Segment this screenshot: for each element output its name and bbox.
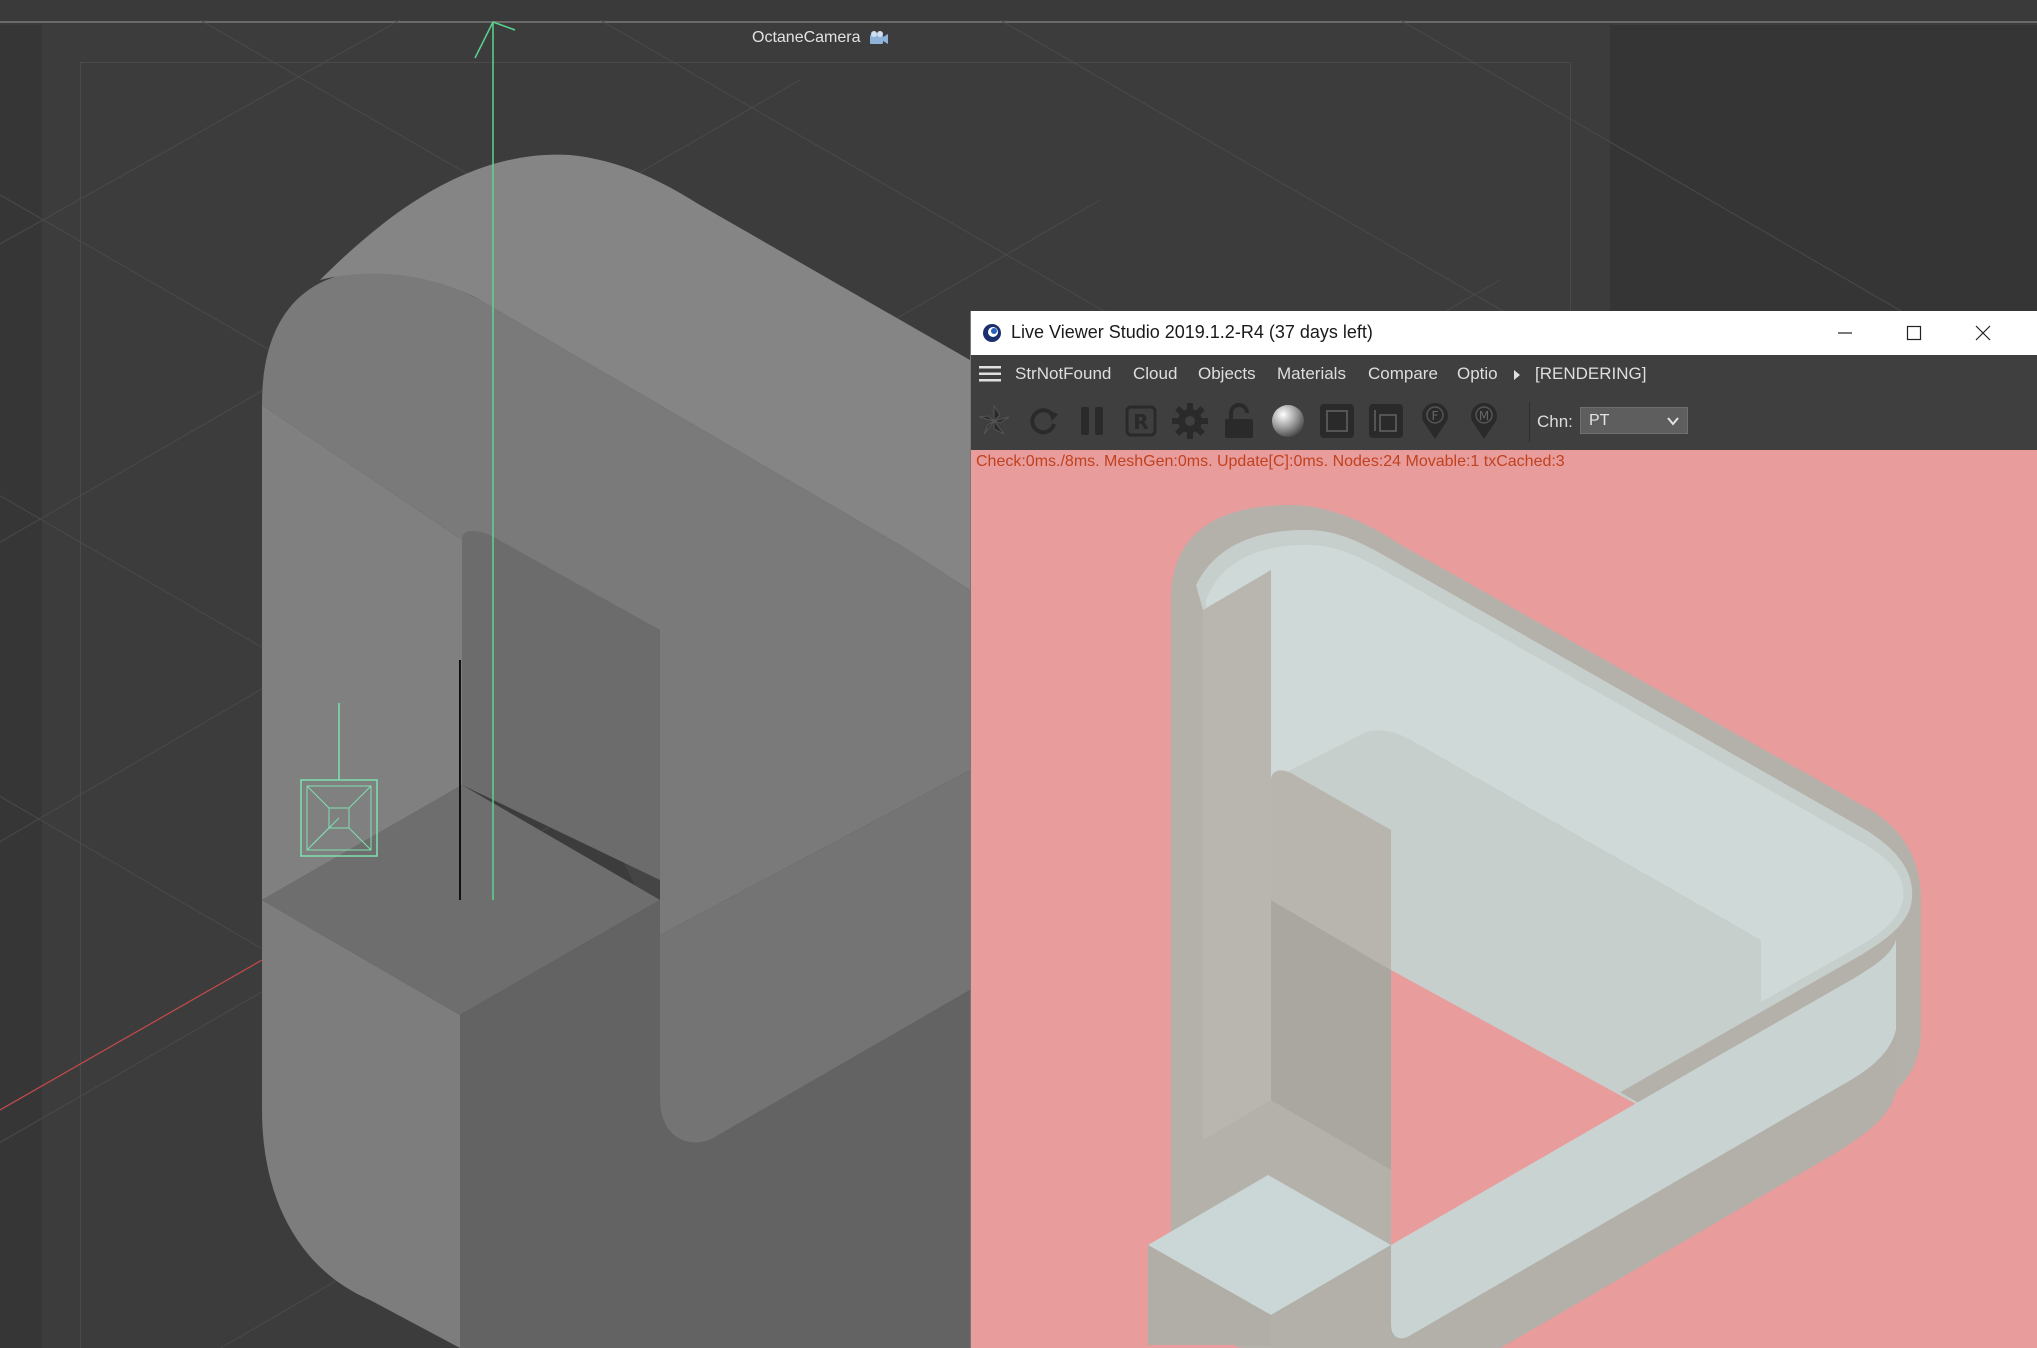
minimize-icon xyxy=(1838,332,1852,334)
y-axis-arrow-tip xyxy=(492,21,516,31)
restart-render-button[interactable] xyxy=(974,400,1014,442)
settings-gear-icon xyxy=(1172,403,1208,439)
hamburger-menu-icon[interactable] xyxy=(979,364,1003,384)
close-button[interactable] xyxy=(1949,311,2017,355)
maximize-icon xyxy=(1906,325,1922,341)
octane-logo-icon xyxy=(983,324,1001,342)
menu-overflow-arrow-icon[interactable] xyxy=(1512,369,1522,381)
menu-strnotfound[interactable]: StrNotFound xyxy=(1015,364,1111,384)
live-viewer-menubar: StrNotFound Cloud Objects Materials Comp… xyxy=(971,355,2037,392)
channel-select[interactable]: PT xyxy=(1580,407,1688,434)
rendered-scene xyxy=(1148,505,1921,1348)
render-region-icon: R xyxy=(1125,405,1157,437)
focus-pick-icon: F xyxy=(1422,403,1448,439)
menu-materials[interactable]: Materials xyxy=(1277,364,1346,384)
minimize-button[interactable] xyxy=(1811,311,1879,355)
material-pick-icon: M xyxy=(1471,403,1497,439)
aperture-icon xyxy=(978,404,1010,435)
channel-label: Chn: xyxy=(1537,412,1573,431)
y-axis-arrow xyxy=(474,21,494,59)
chevron-down-icon xyxy=(1667,417,1679,426)
menu-objects[interactable]: Objects xyxy=(1198,364,1256,384)
title-safe-top xyxy=(80,62,1570,63)
material-pick-button[interactable]: M xyxy=(1464,400,1504,442)
render-region-button[interactable]: R xyxy=(1121,400,1161,442)
sub-sampling-icon xyxy=(1369,404,1403,438)
pause-icon xyxy=(1081,407,1103,435)
material-preview-button[interactable] xyxy=(1268,400,1308,442)
camera-label-text: OctaneCamera xyxy=(752,29,861,46)
clay-mode-icon xyxy=(1320,404,1354,438)
live-viewer-toolbar: R F M Chn: PT xyxy=(971,392,2037,450)
title-safe-left xyxy=(80,62,81,1348)
menu-cloud[interactable]: Cloud xyxy=(1133,364,1177,384)
camera-icon xyxy=(869,31,888,44)
material-ball-icon xyxy=(1272,405,1304,437)
live-viewer-window[interactable]: Live Viewer Studio 2019.1.2-R4 (37 days … xyxy=(970,311,2037,1348)
focus-pick-button[interactable]: F xyxy=(1415,400,1455,442)
menu-compare[interactable]: Compare xyxy=(1368,364,1438,384)
close-icon xyxy=(1975,325,1991,341)
live-viewer-titlebar[interactable]: Live Viewer Studio 2019.1.2-R4 (37 days … xyxy=(971,311,2037,355)
menu-options[interactable]: Optio xyxy=(1457,364,1498,384)
clay-mode-button[interactable] xyxy=(1317,400,1357,442)
svg-text:M: M xyxy=(1479,409,1489,423)
maximize-button[interactable] xyxy=(1880,311,1948,355)
sub-sampling-button[interactable] xyxy=(1366,400,1406,442)
toolbar-separator xyxy=(1529,402,1530,442)
refresh-icon xyxy=(1030,408,1058,435)
title-safe-right xyxy=(1570,62,1571,312)
channel-select-value: PT xyxy=(1589,411,1610,429)
render-stats-text: Check:0ms./8ms. MeshGen:0ms. Update[C]:0… xyxy=(976,453,1565,470)
refresh-button[interactable] xyxy=(1023,400,1063,442)
settings-button[interactable] xyxy=(1170,400,1210,442)
pause-button[interactable] xyxy=(1072,400,1112,442)
lock-icon xyxy=(1225,403,1253,438)
render-view[interactable]: Check:0ms./8ms. MeshGen:0ms. Update[C]:0… xyxy=(971,450,2037,1348)
active-camera-label[interactable]: OctaneCamera xyxy=(752,26,889,50)
svg-text:R: R xyxy=(1133,410,1148,434)
lock-button[interactable] xyxy=(1219,400,1259,442)
render-left-column xyxy=(1203,570,1271,1140)
window-title: Live Viewer Studio 2019.1.2-R4 (37 days … xyxy=(1011,322,1373,342)
render-status: [RENDERING] xyxy=(1535,364,1647,383)
svg-text:F: F xyxy=(1432,409,1439,423)
